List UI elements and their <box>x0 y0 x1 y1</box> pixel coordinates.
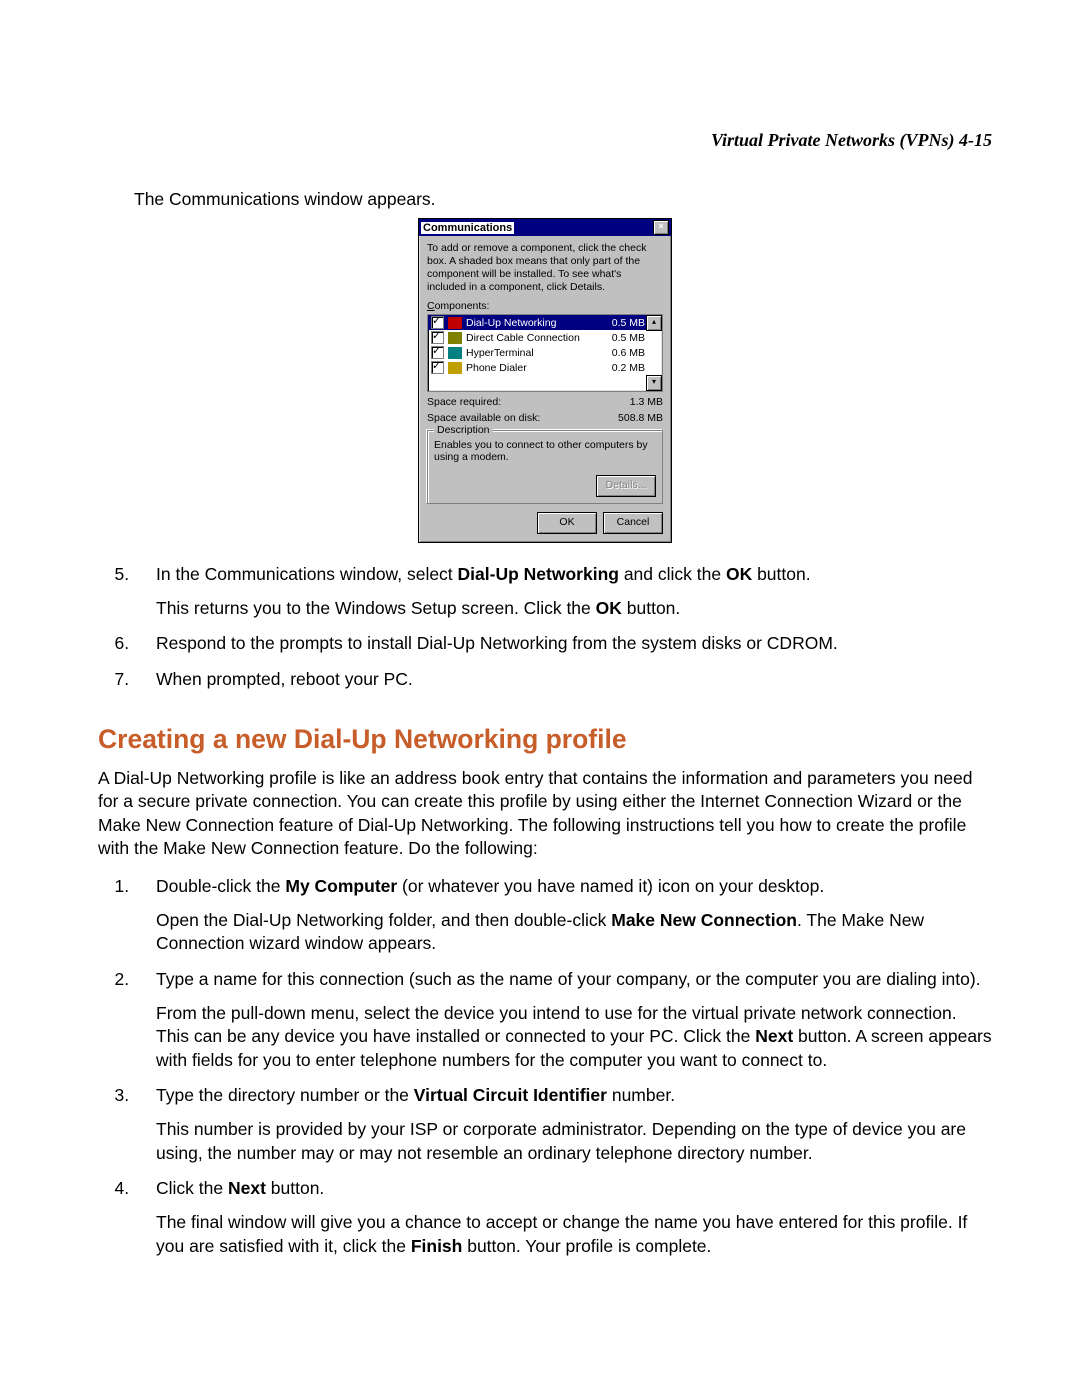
step-5: In the Communications window, select Dia… <box>134 563 992 620</box>
space-required-value: 1.3 MB <box>630 396 663 408</box>
list-item[interactable]: Phone Dialer 0.2 MB <box>428 360 662 375</box>
communications-dialog: Communications × To add or remove a comp… <box>418 218 672 543</box>
lead-text: The Communications window appears. <box>134 189 992 210</box>
step-6: Respond to the prompts to install Dial-U… <box>134 632 992 656</box>
step-7: When prompted, reboot your PC. <box>134 668 992 692</box>
checkbox-icon[interactable] <box>431 361 444 374</box>
steps-list-a: In the Communications window, select Dia… <box>98 563 992 692</box>
section-intro: A Dial-Up Networking profile is like an … <box>98 767 992 862</box>
space-available-value: 508.8 MB <box>618 412 663 424</box>
components-listbox[interactable]: Dial-Up Networking 0.5 MB Direct Cable C… <box>427 314 663 392</box>
component-name: Dial-Up Networking <box>466 317 591 329</box>
dialog-intro: To add or remove a component, click the … <box>427 242 663 294</box>
description-text: Enables you to connect to other computer… <box>434 439 656 467</box>
step-b4: Click the Next button. The final window … <box>134 1177 992 1258</box>
details-button: Details... <box>596 475 656 497</box>
component-size: 0.6 MB <box>595 347 659 359</box>
scroll-down-icon[interactable]: ▾ <box>646 375 662 391</box>
checkbox-icon[interactable] <box>431 331 444 344</box>
space-available-label: Space available on disk: <box>427 412 540 424</box>
running-head: Virtual Private Networks (VPNs) 4-15 <box>98 130 992 151</box>
step-b2: Type a name for this connection (such as… <box>134 968 992 1073</box>
component-name: HyperTerminal <box>466 347 591 359</box>
list-item[interactable]: Dial-Up Networking 0.5 MB <box>428 315 662 330</box>
checkbox-icon[interactable] <box>431 346 444 359</box>
checkbox-icon[interactable] <box>431 316 444 329</box>
ok-button[interactable]: OK <box>537 512 597 534</box>
phone-icon <box>448 362 462 374</box>
terminal-icon <box>448 347 462 359</box>
folder-icon <box>448 317 462 329</box>
component-name: Phone Dialer <box>466 362 591 374</box>
dialog-titlebar: Communications × <box>419 219 671 236</box>
step-b1: Double-click the My Computer (or whateve… <box>134 875 992 956</box>
dialog-title: Communications <box>421 222 514 234</box>
description-group: Description Enables you to connect to ot… <box>427 430 663 504</box>
scroll-up-icon[interactable]: ▴ <box>646 315 662 331</box>
description-legend: Description <box>434 424 493 436</box>
steps-list-b: Double-click the My Computer (or whateve… <box>98 875 992 1258</box>
space-required-label: Space required: <box>427 396 501 408</box>
cable-icon <box>448 332 462 344</box>
component-size: 0.2 MB <box>595 362 659 374</box>
component-name: Direct Cable Connection <box>466 332 591 344</box>
list-item[interactable]: Direct Cable Connection 0.5 MB <box>428 330 662 345</box>
close-icon[interactable]: × <box>653 220 669 235</box>
component-size: 0.5 MB <box>595 332 659 344</box>
cancel-button[interactable]: Cancel <box>603 512 663 534</box>
section-heading: Creating a new Dial-Up Networking profil… <box>98 724 992 755</box>
components-label: Components: <box>427 300 663 312</box>
list-item[interactable]: HyperTerminal 0.6 MB <box>428 345 662 360</box>
step-b3: Type the directory number or the Virtual… <box>134 1084 992 1165</box>
